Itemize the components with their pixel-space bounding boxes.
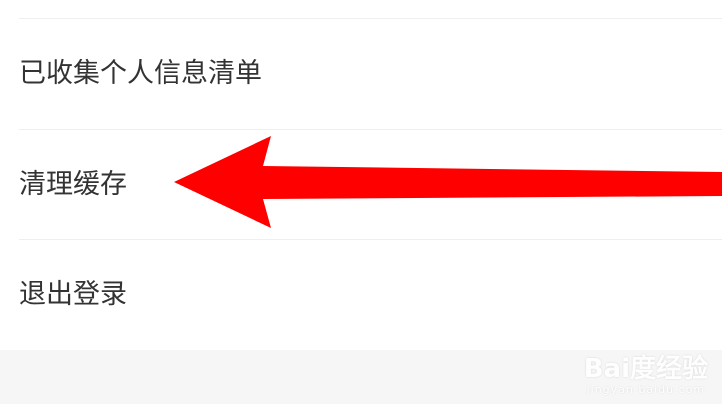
logout-row[interactable]: 退出登录 <box>0 240 722 350</box>
personal-info-list-label: 已收集个人信息清单 <box>19 58 262 89</box>
watermark-main-text: Bai度经验 <box>583 354 708 384</box>
clear-cache-label: 清理缓存 <box>19 169 127 200</box>
watermark-sub-text: jingyan.baidu.com <box>586 383 706 396</box>
cache-size-value: 134K <box>671 172 722 197</box>
personal-info-list-row[interactable]: 已收集个人信息清单 <box>0 19 722 129</box>
clear-cache-row[interactable]: 清理缓存 134K <box>0 130 722 240</box>
logout-label: 退出登录 <box>19 279 127 310</box>
baidu-jingyan-watermark: Bai度经验 jingyan.baidu.com <box>584 355 708 396</box>
settings-list: 已收集个人信息清单 清理缓存 134K 退出登录 <box>0 0 722 350</box>
